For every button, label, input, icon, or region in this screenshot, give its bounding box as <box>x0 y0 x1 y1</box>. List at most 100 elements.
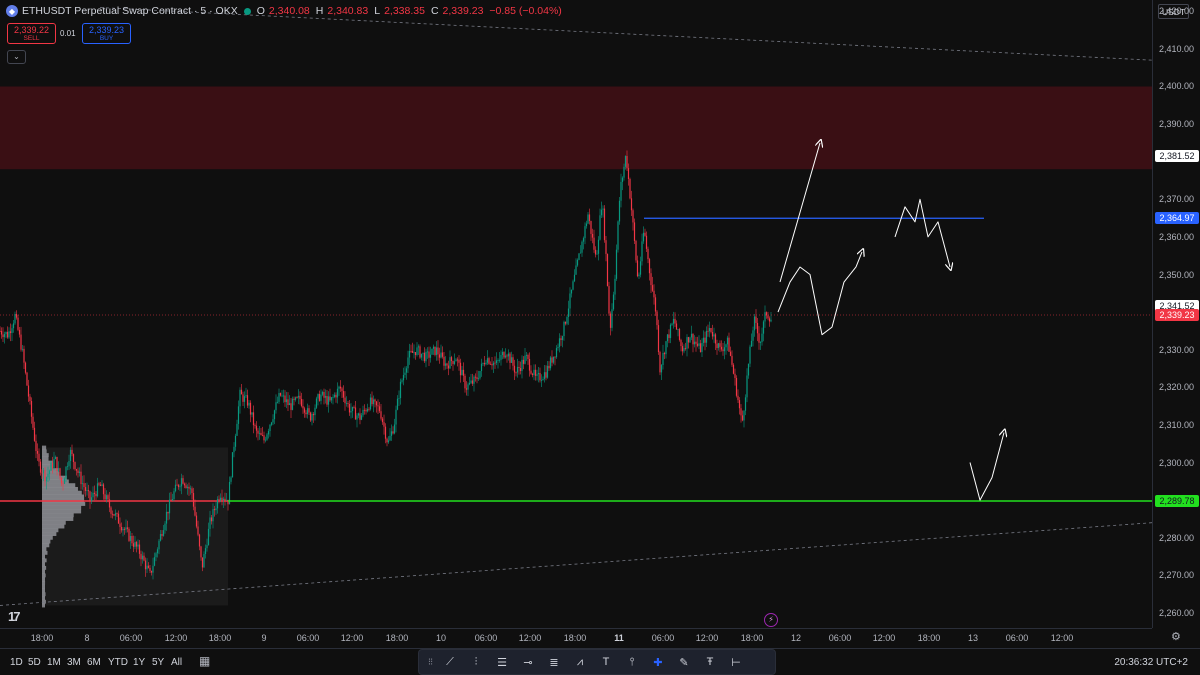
elliott-wave-icon[interactable]: ⩘ <box>567 651 593 673</box>
symbol-legend[interactable]: ◆ ETHUSDT Perpetual Swap Contract · 5 · … <box>6 4 564 18</box>
candle-body <box>752 330 754 341</box>
candle-body <box>710 327 712 333</box>
candle-body <box>692 333 694 345</box>
candle-body <box>476 377 478 380</box>
range-button-3m[interactable]: 3M <box>67 657 81 668</box>
crosshair-icon[interactable]: ✚ <box>645 651 671 673</box>
candle-body <box>479 370 481 379</box>
range-button-1m[interactable]: 1M <box>47 657 61 668</box>
range-button-6m[interactable]: 6M <box>87 657 101 668</box>
fib-retracement-icon[interactable]: ☰ <box>489 651 515 673</box>
candle-body <box>215 508 217 511</box>
candle-body <box>5 331 7 335</box>
candle-body <box>320 394 322 401</box>
candle-body <box>167 511 169 514</box>
tradingview-logo[interactable]: 17 <box>8 609 21 624</box>
candle-body <box>704 337 706 343</box>
candle-body <box>236 423 238 436</box>
candle-body <box>128 528 130 541</box>
candle-body <box>681 346 684 352</box>
candle-body <box>327 396 330 405</box>
candle-body <box>542 378 544 381</box>
anchored-text-icon[interactable]: Ŧ <box>697 651 723 673</box>
range-button-5d[interactable]: 5D <box>28 657 41 668</box>
supply-zone <box>0 86 1152 170</box>
candle-body <box>437 347 439 355</box>
chart-area[interactable]: ◆ ETHUSDT Perpetual Swap Contract · 5 · … <box>0 0 1152 628</box>
candle-body <box>20 334 22 350</box>
candle-body <box>677 329 679 330</box>
drawing-toolbar[interactable]: ⁝⁝ ⟋ ⫶ ☰ ⊸ ≣ ⩘ T ⫯ ✚ ✎ Ŧ ⊢ <box>418 649 776 675</box>
candle-body <box>317 394 319 399</box>
candle-body <box>554 356 556 358</box>
buy-button[interactable]: 2,339.23 BUY <box>82 23 131 44</box>
candle-body <box>149 567 151 571</box>
text-tool-icon[interactable]: T <box>593 651 619 673</box>
horizontal-line-icon[interactable]: ⊢ <box>723 651 749 673</box>
candle-body <box>296 397 298 399</box>
candle-body <box>477 378 480 380</box>
candle-body <box>314 407 316 416</box>
trend-line-icon[interactable]: ⟋ <box>437 651 463 673</box>
grip-handle-icon[interactable]: ⁝⁝ <box>423 651 437 673</box>
calendar-icon[interactable]: ▦ <box>199 654 210 668</box>
range-button-all[interactable]: All <box>171 657 182 668</box>
candle-body <box>266 434 268 440</box>
price-tick-label: 2,260.00 <box>1159 607 1195 618</box>
symbol-title[interactable]: ETHUSDT Perpetual Swap Contract · 5 · OK… <box>22 5 238 17</box>
long-position-icon[interactable]: ⫯ <box>619 651 645 673</box>
candle-body <box>336 388 339 398</box>
candle-body <box>545 372 547 378</box>
candle-body <box>512 357 514 366</box>
collapse-legend-button[interactable]: ⌄ <box>7 50 26 64</box>
price-chart[interactable] <box>0 0 1152 628</box>
range-button-1y[interactable]: 1Y <box>133 657 145 668</box>
brush-icon[interactable]: ✎ <box>671 651 697 673</box>
candle-body <box>650 273 652 286</box>
candle-body <box>690 333 693 338</box>
candle-body <box>612 294 615 310</box>
candle-body <box>53 459 55 468</box>
candle-body <box>239 389 241 407</box>
candle-body <box>152 565 154 573</box>
candle-body <box>306 408 309 415</box>
candle-body <box>255 425 258 431</box>
candle-body <box>693 341 696 345</box>
candle-body <box>48 470 51 474</box>
volume-profile-bar <box>42 490 82 495</box>
candle-body <box>495 360 498 364</box>
candle-body <box>329 396 331 401</box>
pitchfork-icon[interactable]: ⫶ <box>463 651 489 673</box>
candle-body <box>174 484 177 492</box>
candle-body <box>173 491 175 499</box>
price-scale[interactable]: USDT 2,420.00 2,410.00 2,400.00 2,390.00 2,3… <box>1152 0 1200 643</box>
range-button-ytd[interactable]: YTD <box>108 657 128 668</box>
candle-body <box>56 456 58 472</box>
candle-body <box>270 422 273 425</box>
time-axis[interactable]: 18:00 8 06:00 12:00 18:00 9 06:00 12:00 18:00 10 0… <box>0 628 1152 648</box>
candle-body <box>644 232 646 236</box>
sell-button[interactable]: 2,339.22 SELL <box>7 23 56 44</box>
lightning-icon[interactable]: ⚡ <box>764 613 778 627</box>
candle-body <box>494 362 496 364</box>
clock[interactable]: 20:36:32 UTC+2 <box>1114 657 1188 668</box>
candle-body <box>422 352 424 354</box>
candle-body <box>452 361 454 364</box>
range-button-5y[interactable]: 5Y <box>152 657 164 668</box>
time-tick-label: 12:00 <box>872 633 896 643</box>
close-value: 2,339.23 <box>442 5 484 17</box>
volume-profile-bar <box>42 509 82 514</box>
candle-body <box>683 348 685 352</box>
horizontal-ray-icon[interactable]: ⊸ <box>515 651 541 673</box>
candle-body <box>561 336 564 340</box>
candle-body <box>558 338 561 347</box>
gear-icon[interactable]: ⚙ <box>1171 630 1181 643</box>
candle-body <box>131 535 133 544</box>
range-button-1d[interactable]: 1D <box>10 657 23 668</box>
candle-body <box>555 348 558 358</box>
candle-body <box>111 513 114 515</box>
fib-levels-icon[interactable]: ≣ <box>541 651 567 673</box>
candle-body <box>570 289 573 294</box>
buy-label: BUY <box>99 35 114 42</box>
time-tick-label: 06:00 <box>1005 633 1029 643</box>
